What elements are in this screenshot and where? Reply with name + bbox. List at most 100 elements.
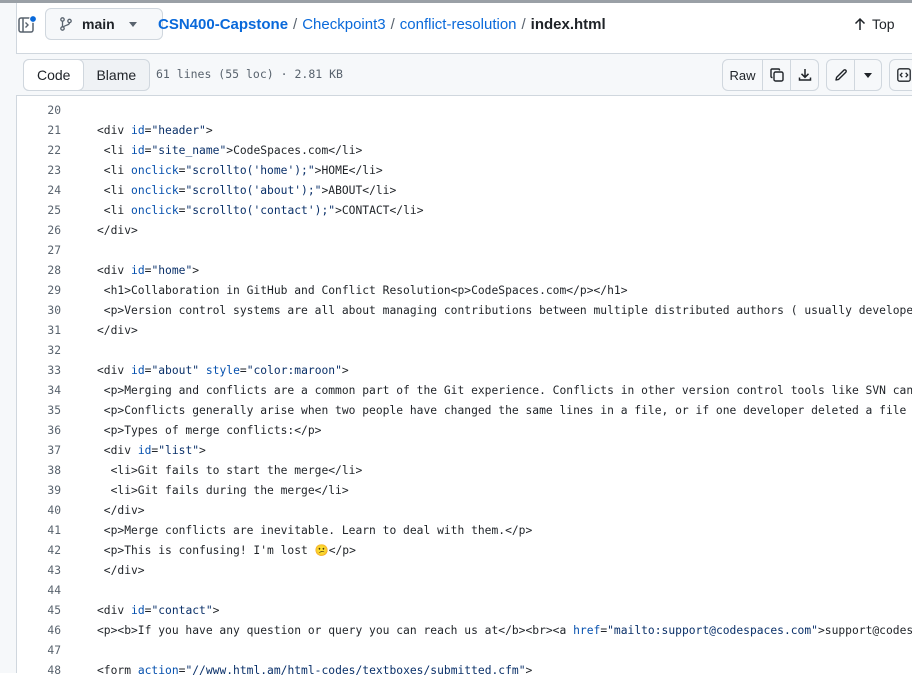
- code-square-icon[interactable]: [890, 60, 912, 90]
- breadcrumb-folder-checkpoint3[interactable]: Checkpoint3: [302, 16, 385, 33]
- line-content: <div id="header">: [97, 124, 213, 137]
- code-line: 34 <p>Merging and conflicts are a common…: [17, 381, 912, 401]
- sidebar-toggle-icon[interactable]: [16, 14, 38, 36]
- tab-blame[interactable]: Blame: [83, 60, 149, 90]
- breadcrumb-separator: /: [521, 16, 526, 33]
- file-info: 61 lines (55 loc) · 2.81 KB: [156, 67, 343, 81]
- line-number[interactable]: 32: [17, 341, 61, 361]
- line-content: <li id="site_name">CodeSpaces.com</li>: [97, 144, 363, 157]
- code-line: 36 <p>Types of merge conflicts:</p>: [17, 421, 912, 441]
- line-number[interactable]: 38: [17, 461, 61, 481]
- line-number[interactable]: 25: [17, 201, 61, 221]
- line-number[interactable]: 43: [17, 561, 61, 581]
- edit-more-options-button[interactable]: [855, 60, 881, 90]
- top-button[interactable]: Top: [854, 16, 895, 32]
- code-line: 35 <p>Conflicts generally arise when two…: [17, 401, 912, 421]
- code-line: 21 <div id="header">: [17, 121, 912, 141]
- line-number[interactable]: 22: [17, 141, 61, 161]
- code-line: 32: [17, 341, 912, 361]
- code-line: 24 <li onclick="scrollto('about');">ABOU…: [17, 181, 912, 201]
- code-line: 43 </div>: [17, 561, 912, 581]
- code-line: 41 <p>Merge conflicts are inevitable. Le…: [17, 521, 912, 541]
- line-content: </div>: [97, 224, 138, 237]
- symbols-button-group: [889, 59, 912, 91]
- chevron-down-icon: [128, 21, 137, 27]
- line-number[interactable]: 46: [17, 621, 61, 641]
- line-content: <div id="about" style="color:maroon">: [97, 364, 349, 377]
- line-number[interactable]: 27: [17, 241, 61, 261]
- line-number[interactable]: 47: [17, 641, 61, 661]
- line-number[interactable]: 40: [17, 501, 61, 521]
- line-number[interactable]: 48: [17, 661, 61, 681]
- arrow-up-icon: [854, 17, 866, 30]
- line-content: <li onclick="scrollto('about');">ABOUT</…: [97, 184, 397, 197]
- code-line: 25 <li onclick="scrollto('contact');">CO…: [17, 201, 912, 221]
- line-number[interactable]: 37: [17, 441, 61, 461]
- code-line: 37 <div id="list">: [17, 441, 912, 461]
- line-content: <p><b>If you have any question or query …: [97, 624, 912, 637]
- code-line: 23 <li onclick="scrollto('home');">HOME<…: [17, 161, 912, 181]
- download-icon[interactable]: [791, 60, 818, 90]
- view-mode-tabs: Code Blame: [23, 59, 151, 91]
- line-number[interactable]: 33: [17, 361, 61, 381]
- line-content: <li>Git fails to start the merge</li>: [97, 464, 363, 477]
- line-content: <div id="home">: [97, 264, 200, 277]
- breadcrumb: CSN400-Capstone / Checkpoint3/conflict-res…: [158, 16, 606, 33]
- line-content: <div id="contact">: [97, 604, 220, 617]
- code-line: 40 </div>: [17, 501, 912, 521]
- code-line: 27: [17, 241, 912, 261]
- line-content: <p>Types of merge conflicts:</p>: [97, 424, 322, 437]
- line-content: <li>Git fails during the merge</li>: [97, 484, 349, 497]
- raw-button[interactable]: Raw: [723, 60, 763, 90]
- line-number[interactable]: 44: [17, 581, 61, 601]
- line-number[interactable]: 35: [17, 401, 61, 421]
- line-content: <p>Conflicts generally arise when two pe…: [97, 404, 912, 417]
- copy-icon[interactable]: [763, 60, 791, 90]
- code-line: 33 <div id="about" style="color:maroon">: [17, 361, 912, 381]
- code-line: 29 <h1>Collaboration in GitHub and Confl…: [17, 281, 912, 301]
- code-line: 28 <div id="home">: [17, 261, 912, 281]
- git-branch-icon: [60, 17, 72, 31]
- line-number[interactable]: 26: [17, 221, 61, 241]
- code-line: 31 </div>: [17, 321, 912, 341]
- line-number[interactable]: 23: [17, 161, 61, 181]
- line-number[interactable]: 34: [17, 381, 61, 401]
- edit-button-group: [826, 59, 882, 91]
- line-content: <p>This is confusing! I'm lost 😕</p>: [97, 544, 356, 557]
- branch-name: main: [82, 16, 115, 32]
- breadcrumb-file-name: index.html: [530, 16, 606, 33]
- line-number[interactable]: 29: [17, 281, 61, 301]
- branch-selector-button[interactable]: main: [45, 8, 163, 40]
- line-content: <h1>Collaboration in GitHub and Conflict…: [97, 284, 628, 297]
- breadcrumb-folder-conflict-resolution[interactable]: conflict-resolution: [400, 16, 517, 33]
- line-number[interactable]: 30: [17, 301, 61, 321]
- code-line: 39 <li>Git fails during the merge</li>: [17, 481, 912, 501]
- breadcrumb-separator: /: [293, 16, 298, 33]
- line-content: <p>Version control systems are all about…: [97, 304, 912, 317]
- line-number[interactable]: 31: [17, 321, 61, 341]
- pencil-icon[interactable]: [827, 60, 856, 90]
- code-view: 20 21 <div id="header"> 22 <li id="site_nam…: [17, 101, 912, 681]
- line-content: <p>Merging and conflicts are a common pa…: [97, 384, 912, 397]
- line-number[interactable]: 45: [17, 601, 61, 621]
- line-content: </div>: [97, 564, 145, 577]
- line-number[interactable]: 42: [17, 541, 61, 561]
- line-number[interactable]: 39: [17, 481, 61, 501]
- left-gutter: [0, 3, 17, 673]
- line-content: <form action="//www.html.am/html-codes/t…: [97, 664, 533, 677]
- line-content: <li onclick="scrollto('contact');">CONTA…: [97, 204, 424, 217]
- line-number[interactable]: 24: [17, 181, 61, 201]
- breadcrumb-repo-link[interactable]: CSN400-Capstone: [158, 16, 288, 33]
- line-number[interactable]: 36: [17, 421, 61, 441]
- line-number[interactable]: 28: [17, 261, 61, 281]
- tab-code[interactable]: Code: [23, 59, 85, 91]
- code-line: 22 <li id="site_name">CodeSpaces.com</li…: [17, 141, 912, 161]
- line-content: <p>Merge conflicts are inevitable. Learn…: [97, 524, 533, 537]
- line-content: <li onclick="scrollto('home');">HOME</li…: [97, 164, 383, 177]
- line-number[interactable]: 21: [17, 121, 61, 141]
- code-line: 26 </div>: [17, 221, 912, 241]
- line-number[interactable]: 41: [17, 521, 61, 541]
- breadcrumb-separator: /: [390, 16, 395, 33]
- line-number[interactable]: 20: [17, 101, 61, 121]
- file-header: Code Blame 61 lines (55 loc) · 2.81 KB R…: [16, 53, 912, 96]
